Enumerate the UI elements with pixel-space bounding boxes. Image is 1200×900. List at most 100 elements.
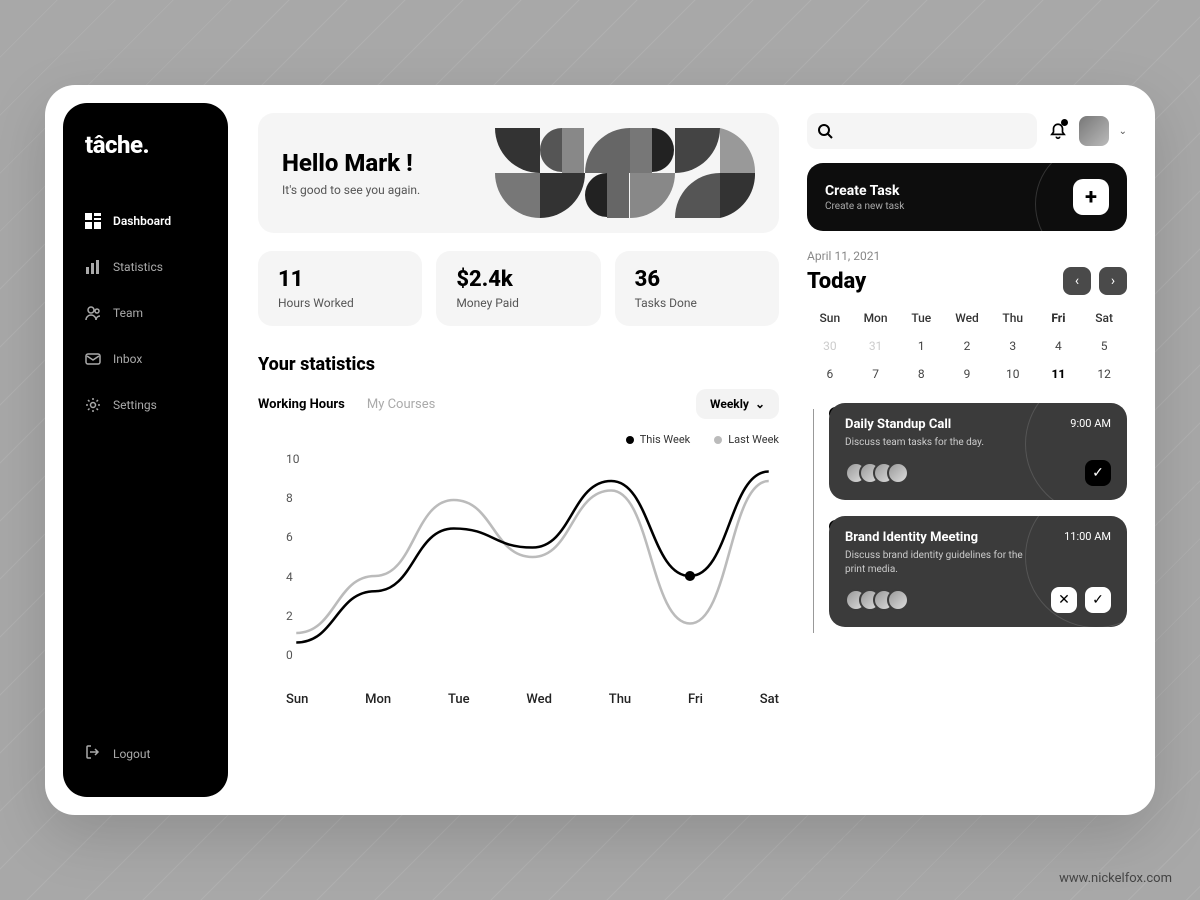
- legend-dot-light: [714, 436, 722, 444]
- sidebar-item-dashboard[interactable]: Dashboard: [63, 199, 228, 243]
- calendar-day-cell[interactable]: 4: [1036, 339, 1082, 353]
- calendar-day-cell[interactable]: 5: [1081, 339, 1127, 353]
- sidebar-item-statistics[interactable]: Statistics: [63, 245, 228, 289]
- stat-label: Money Paid: [456, 296, 580, 310]
- create-task-title: Create Task: [825, 183, 904, 199]
- close-button[interactable]: ✕: [1051, 587, 1077, 613]
- event-avatars: [845, 462, 909, 484]
- brand-logo: tâche.: [63, 131, 228, 199]
- x-tick: Mon: [365, 692, 391, 707]
- calendar-day-cell[interactable]: 12: [1081, 367, 1127, 381]
- sidebar-item-team[interactable]: Team: [63, 291, 228, 335]
- avatar: [887, 589, 909, 611]
- calendar-day-cell[interactable]: 30: [807, 339, 853, 353]
- chevron-right-icon: ›: [1111, 273, 1115, 289]
- logout-button[interactable]: Logout: [63, 730, 228, 777]
- events-timeline: Daily Standup Call9:00 AMDiscuss team ta…: [807, 403, 1127, 643]
- calendar-day-cell[interactable]: 10: [990, 367, 1036, 381]
- event-time: 11:00 AM: [1064, 530, 1111, 543]
- x-tick: Fri: [688, 692, 703, 707]
- tab-my-courses[interactable]: My Courses: [367, 397, 436, 412]
- legend-dot-dark: [626, 436, 634, 444]
- chevron-left-icon: ‹: [1075, 273, 1079, 289]
- x-tick: Wed: [526, 692, 552, 707]
- grid-icon: [85, 213, 101, 229]
- users-icon: [85, 305, 101, 321]
- period-dropdown[interactable]: Weekly ⌄: [696, 389, 779, 419]
- left-column: Hello Mark ! It's good to see you again.: [258, 113, 779, 795]
- main-content: Hello Mark ! It's good to see you again.: [228, 85, 1155, 815]
- calendar-day-header: Fri: [1036, 311, 1082, 325]
- x-tick: Sun: [286, 692, 308, 707]
- calendar-day-cell[interactable]: 1: [898, 339, 944, 353]
- calendar-row: 6789101112: [807, 367, 1127, 381]
- calendar-day-cell[interactable]: 31: [853, 339, 899, 353]
- statistics-heading: Your statistics: [258, 354, 779, 375]
- chevron-down-icon: ⌄: [755, 397, 765, 411]
- y-axis: 1086420: [286, 452, 300, 662]
- sidebar-item-inbox[interactable]: Inbox: [63, 337, 228, 381]
- y-tick: 4: [286, 570, 300, 584]
- stat-label: Hours Worked: [278, 296, 402, 310]
- check-button[interactable]: ✓: [1085, 460, 1111, 486]
- hero-banner: Hello Mark ! It's good to see you again.: [258, 113, 779, 233]
- search-icon: [817, 123, 833, 139]
- chart-container: 1086420 SunMonTueWedThuFriSat: [258, 452, 779, 707]
- calendar-day-cell[interactable]: 8: [898, 367, 944, 381]
- calendar-day-header: Tue: [898, 311, 944, 325]
- sidebar-item-settings[interactable]: Settings: [63, 383, 228, 427]
- stat-label: Tasks Done: [635, 296, 759, 310]
- calendar-day-cell[interactable]: 3: [990, 339, 1036, 353]
- calendar-day-cell[interactable]: 7: [853, 367, 899, 381]
- logout-label: Logout: [113, 747, 150, 761]
- x-tick: Tue: [448, 692, 470, 707]
- calendar-day-cell[interactable]: 11: [1036, 367, 1082, 381]
- avatar: [887, 462, 909, 484]
- legend-label: This Week: [640, 433, 691, 446]
- stat-card-hours: 11 Hours Worked: [258, 251, 422, 326]
- check-button[interactable]: ✓: [1085, 587, 1111, 613]
- search-input[interactable]: [807, 113, 1037, 149]
- legend-item-this-week: This Week: [626, 433, 691, 446]
- calendar-day-cell[interactable]: 2: [944, 339, 990, 353]
- stats-tabs: Working Hours My Courses: [258, 397, 435, 412]
- chevron-down-icon[interactable]: ⌄: [1119, 126, 1127, 137]
- calendar-day-cell[interactable]: 6: [807, 367, 853, 381]
- logout-icon: [85, 744, 101, 763]
- calendar-day-headers: SunMonTueWedThuFriSat: [807, 311, 1127, 325]
- header-controls: ⌄: [807, 113, 1127, 149]
- tab-working-hours[interactable]: Working Hours: [258, 397, 345, 412]
- legend-item-last-week: Last Week: [714, 433, 779, 446]
- calendar-day-header: Sun: [807, 311, 853, 325]
- calendar-heading: Today: [807, 269, 866, 294]
- event-title: Brand Identity Meeting: [845, 530, 978, 545]
- event-card[interactable]: Brand Identity Meeting 11:00 AM Discuss br…: [829, 516, 1127, 627]
- notifications-button[interactable]: [1047, 120, 1069, 142]
- create-task-text: Create Task Create a new task: [825, 183, 904, 212]
- calendar-day-header: Mon: [853, 311, 899, 325]
- gear-icon: [85, 397, 101, 413]
- event-time: 9:00 AM: [1070, 417, 1111, 430]
- event-description: Discuss brand identity guidelines for th…: [845, 549, 1025, 577]
- right-column: ⌄ Create Task Create a new task + April …: [807, 113, 1127, 795]
- calendar-day-header: Sat: [1081, 311, 1127, 325]
- stat-value: 36: [635, 267, 759, 292]
- y-tick: 0: [286, 648, 300, 662]
- plus-icon: +: [1073, 179, 1109, 215]
- user-avatar[interactable]: [1079, 116, 1109, 146]
- stats-tabs-row: Working Hours My Courses Weekly ⌄: [258, 389, 779, 419]
- calendar-row: 303112345: [807, 339, 1127, 353]
- calendar-prev-button[interactable]: ‹: [1063, 267, 1091, 295]
- hero-greeting: Hello Mark !: [282, 149, 420, 177]
- x-axis: SunMonTueWedThuFriSat: [258, 686, 779, 707]
- sidebar-item-label: Dashboard: [113, 214, 171, 228]
- create-task-button[interactable]: Create Task Create a new task +: [807, 163, 1127, 231]
- calendar-day-cell[interactable]: 9: [944, 367, 990, 381]
- sidebar-item-label: Team: [113, 306, 143, 320]
- calendar-next-button[interactable]: ›: [1099, 267, 1127, 295]
- event-card[interactable]: Daily Standup Call9:00 AMDiscuss team ta…: [829, 403, 1127, 500]
- event-avatars: [845, 589, 909, 611]
- x-tick: Thu: [609, 692, 631, 707]
- mail-icon: [85, 351, 101, 367]
- stat-card-money: $2.4k Money Paid: [436, 251, 600, 326]
